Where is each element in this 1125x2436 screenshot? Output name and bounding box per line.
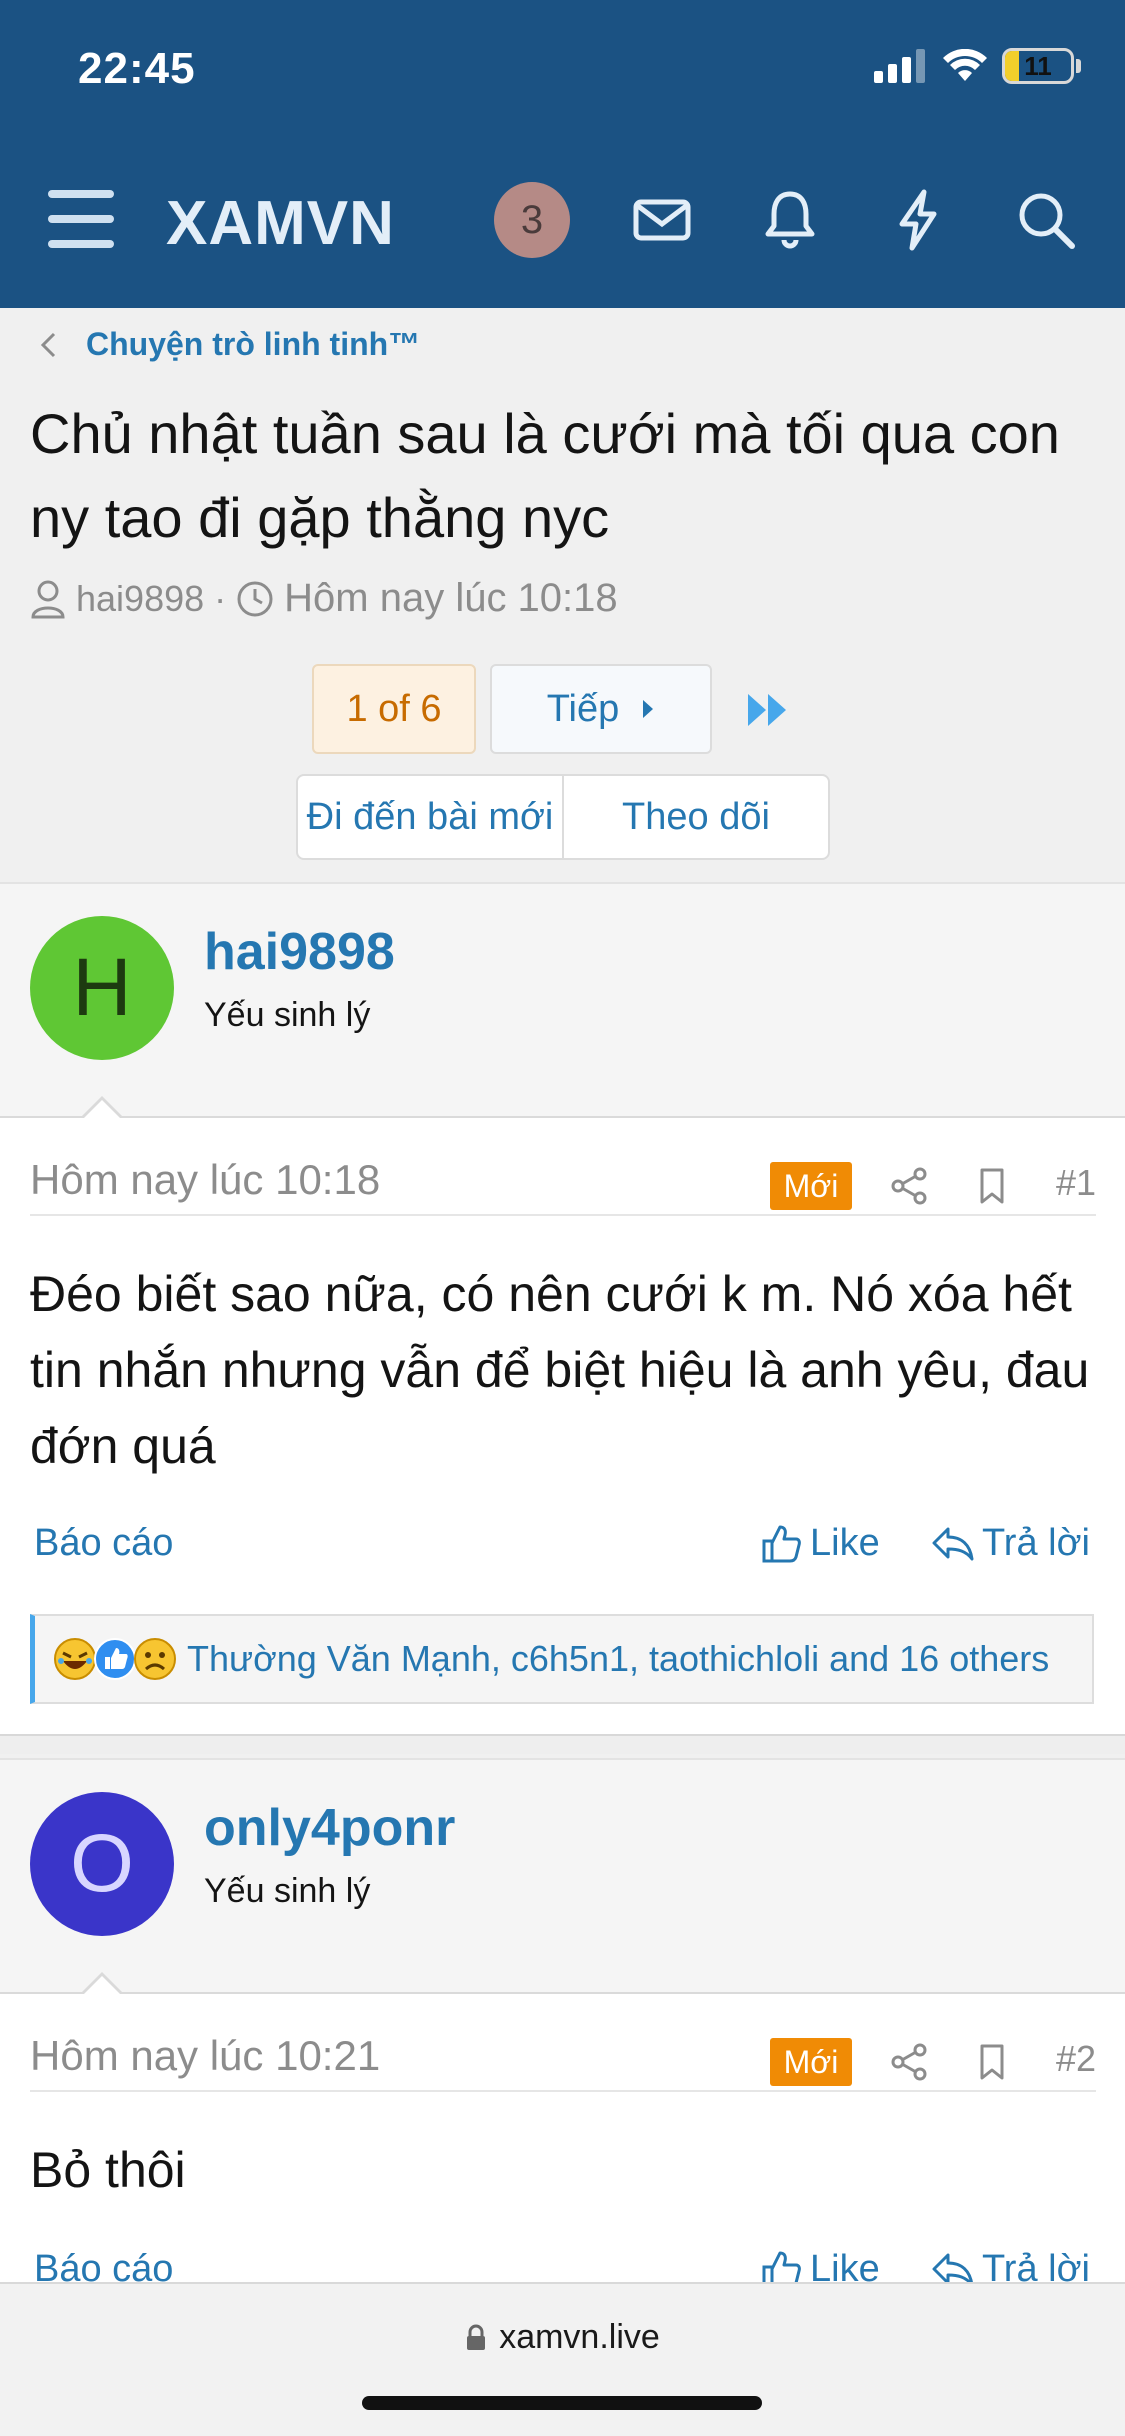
- status-time: 22:45: [78, 44, 196, 93]
- thread-title: Chủ nhật tuần sau là cưới mà tối qua con…: [30, 402, 1060, 549]
- new-badge: Mới: [770, 2038, 852, 2086]
- chevron-left-icon[interactable]: [38, 330, 58, 360]
- home-indicator[interactable]: [362, 2396, 762, 2410]
- status-icons: 11: [874, 48, 1081, 84]
- reactions-text[interactable]: Thường Văn Mạnh, c6h5n1, taothichloli an…: [187, 1638, 1049, 1680]
- like-button[interactable]: Like: [760, 1522, 880, 1565]
- post-text: Đéo biết sao nữa, có nên cưới k m. Nó xó…: [30, 1266, 1090, 1474]
- battery-indicator: 11: [1002, 48, 1074, 84]
- notification-badge[interactable]: 3: [494, 182, 570, 258]
- avatar[interactable]: O: [30, 1792, 174, 1936]
- post-body: Hôm nay lúc 10:21 Mới #2 Bỏ thôi Báo cáo…: [0, 1994, 1125, 2290]
- next-page-label: Tiếp: [546, 687, 620, 730]
- top-nav: XAMVN 3: [0, 170, 1125, 270]
- user-icon: [31, 580, 65, 618]
- page-indicator[interactable]: 1 of 6: [312, 664, 476, 754]
- sad-reaction-icon: [134, 1638, 176, 1680]
- reply-button[interactable]: Trả lời: [932, 1522, 1090, 1565]
- thread-meta: hai9898 · Hôm nay lúc 10:18: [30, 576, 618, 621]
- like-label: Like: [810, 1522, 880, 1564]
- lock-icon: [467, 2324, 486, 2350]
- laugh-reaction-icon: [54, 1638, 96, 1680]
- address-bar[interactable]: xamvn.live: [0, 2318, 1125, 2357]
- watch-button[interactable]: Theo dõi: [562, 776, 828, 858]
- post-time[interactable]: Hôm nay lúc 10:21: [30, 2032, 380, 2080]
- next-page-button[interactable]: Tiếp: [490, 664, 712, 754]
- site-logo[interactable]: XAMVN: [166, 188, 395, 259]
- clock-icon: [237, 581, 273, 616]
- post-username[interactable]: hai9898: [204, 922, 395, 982]
- lightning-icon[interactable]: [884, 186, 952, 254]
- post-username[interactable]: only4ponr: [204, 1798, 455, 1858]
- reply-label: Trả lời: [982, 1522, 1090, 1564]
- breadcrumb-label[interactable]: Chuyện trò linh tinh™: [86, 326, 420, 363]
- bookmark-icon[interactable]: [972, 1166, 1012, 1206]
- bookmark-icon[interactable]: [972, 2042, 1012, 2082]
- new-badge: Mới: [770, 1162, 852, 1210]
- post-user-block: O only4ponr Yếu sinh lý: [0, 1758, 1125, 1996]
- post-meta: Hôm nay lúc 10:21 Mới #2: [30, 2032, 1096, 2092]
- post-text: Bỏ thôi: [30, 2142, 186, 2198]
- post-number[interactable]: #2: [1056, 2038, 1096, 2080]
- last-page-icon[interactable]: [746, 690, 790, 730]
- post-number[interactable]: #1: [1056, 1162, 1096, 1204]
- app-header: 22:45 11 XAMVN 3: [0, 0, 1125, 308]
- post-user-block: H hai9898 Yếu sinh lý: [0, 882, 1125, 1120]
- bell-icon[interactable]: [756, 186, 824, 254]
- like-reaction-icon: [94, 1638, 136, 1680]
- reactions-bar[interactable]: Thường Văn Mạnh, c6h5n1, taothichloli an…: [30, 1614, 1094, 1704]
- post-meta: Hôm nay lúc 10:18 Mới #1: [30, 1156, 1096, 1216]
- thumbs-up-icon: [762, 1525, 801, 1562]
- report-link[interactable]: Báo cáo: [34, 1522, 173, 1565]
- meta-separator: ·: [214, 577, 227, 619]
- wifi-icon: [943, 49, 987, 81]
- user-title: Yếu sinh lý: [204, 1872, 371, 1910]
- url-text: xamvn.live: [499, 2318, 660, 2356]
- avatar[interactable]: H: [30, 916, 174, 1060]
- menu-icon[interactable]: [48, 190, 114, 248]
- post-separator: [0, 1734, 1125, 1754]
- cellular-signal-icon: [874, 49, 925, 83]
- battery-level: 11: [1024, 50, 1052, 81]
- post-body: Hôm nay lúc 10:18 Mới #1 Đéo biết sao nữ…: [0, 1118, 1125, 1734]
- post-actions: Báo cáo Like Trả lời: [0, 1522, 1125, 1582]
- thread-author[interactable]: hai9898: [76, 578, 204, 620]
- caret-right-icon: [643, 700, 654, 718]
- browser-bar: xamvn.live: [0, 2282, 1125, 2436]
- envelope-icon[interactable]: [628, 186, 696, 254]
- search-icon[interactable]: [1012, 186, 1080, 254]
- post-time[interactable]: Hôm nay lúc 10:18: [30, 1156, 380, 1204]
- share-icon[interactable]: [890, 1166, 930, 1206]
- thread-actions: Đi đến bài mới Theo dõi: [296, 774, 830, 860]
- breadcrumb[interactable]: Chuyện trò linh tinh™: [38, 326, 420, 363]
- thread-time[interactable]: Hôm nay lúc 10:18: [284, 576, 618, 621]
- go-to-new-posts-button[interactable]: Đi đến bài mới: [298, 776, 562, 858]
- share-icon[interactable]: [890, 2042, 930, 2082]
- reply-icon: [932, 1527, 974, 1560]
- user-title: Yếu sinh lý: [204, 996, 371, 1034]
